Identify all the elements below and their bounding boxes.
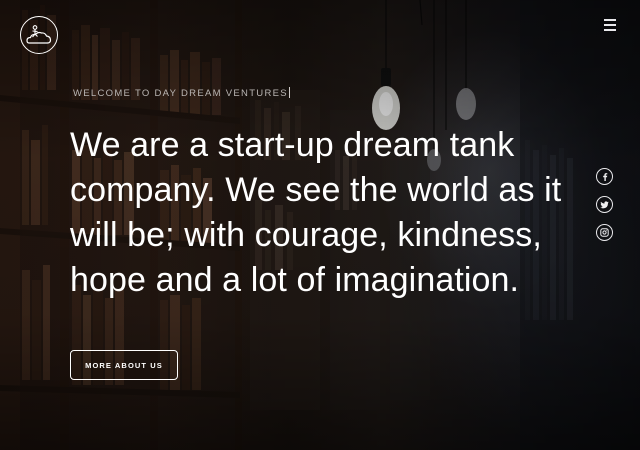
typing-caret [288,87,290,98]
hero-tagline: WELCOME TO DAY DREAM VENTURES [73,87,290,99]
headline-line: hope and a lot of imagination. [70,261,520,299]
hero-tagline-text: WELCOME TO DAY DREAM VENTURES [73,88,288,99]
headline-line: will be; with courage, kindness, [70,216,542,254]
hamburger-menu-icon-line [604,24,616,26]
facebook-link[interactable] [596,168,613,185]
instagram-link[interactable] [596,224,613,241]
twitter-icon [600,200,609,208]
twitter-link[interactable] [596,196,613,213]
hamburger-menu-icon-line [604,29,616,31]
headline-line: company. We see the world as it [70,171,562,209]
social-links [596,168,613,241]
cloud-person-logo-icon [26,25,52,44]
instagram-icon [600,228,609,237]
more-about-us-button[interactable]: MORE ABOUT US [70,350,178,380]
menu-button[interactable] [604,18,618,32]
hero-headline: We are a start-up dream tank company. We… [70,123,590,303]
brand-logo[interactable] [20,16,58,54]
hero-page: WELCOME TO DAY DREAM VENTURES We are a s… [0,0,640,450]
hamburger-menu-icon [604,19,616,21]
facebook-icon [602,173,607,181]
headline-line: We are a start-up dream tank [70,126,515,164]
